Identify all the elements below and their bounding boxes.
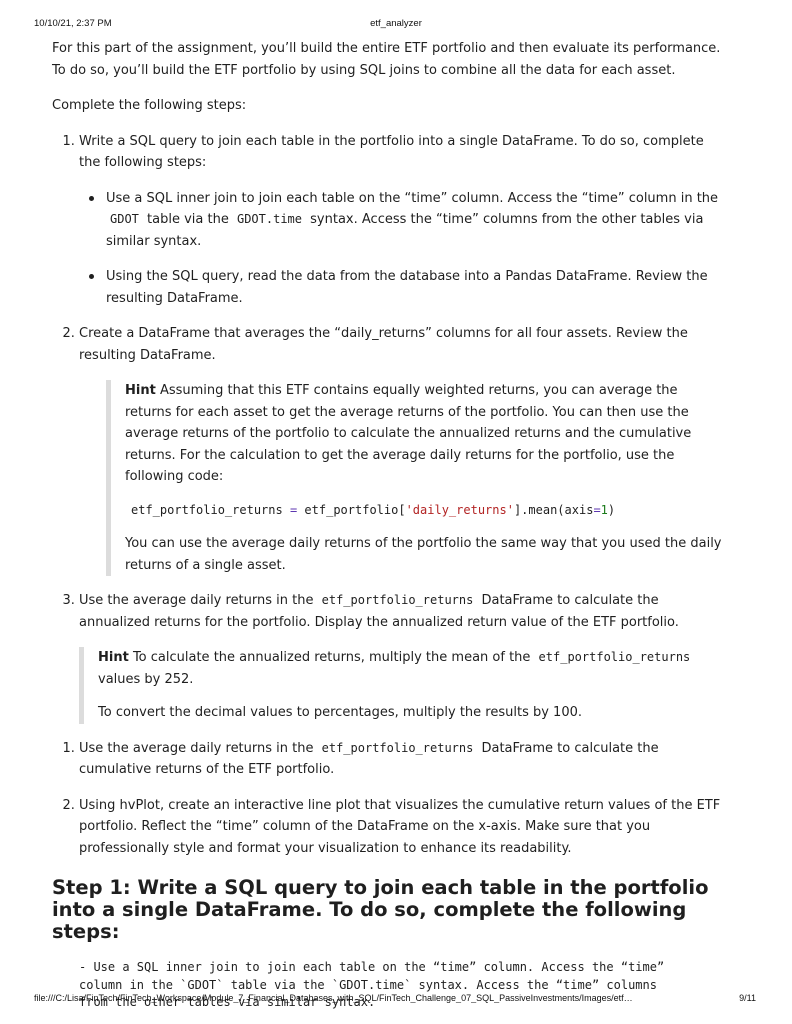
step1-text: Write a SQL query to join each table in … — [79, 133, 704, 171]
bullet-text: Use a SQL inner join to join each table … — [106, 190, 719, 206]
code-token: = — [289, 502, 298, 517]
page-number: 9/11 — [739, 993, 756, 1003]
list-item: Use the average daily returns in the etf… — [79, 738, 724, 781]
list-item: Use a SQL inner join to join each table … — [89, 188, 724, 253]
hint-after: You can use the average daily returns of… — [125, 536, 722, 573]
print-header: 10/10/21, 2:37 PM etf_analyzer — [0, 18, 792, 32]
bullet-text: table via the — [147, 212, 229, 227]
hint-label: Hint — [98, 650, 129, 665]
code-token: ) — [607, 502, 616, 517]
hint-text: To calculate the annualized returns, mul… — [132, 650, 531, 665]
hint-paragraph: Hint To calculate the annualized returns… — [98, 647, 724, 690]
print-footer: file:///C:/Lisa/FinTech/FinTech_Workspac… — [0, 993, 792, 1007]
code-token: etf_portfolio[ — [304, 502, 406, 517]
inline-code: etf_portfolio_returns — [321, 740, 474, 755]
notebook-content: For this part of the assignment, you’ll … — [52, 38, 724, 1012]
list-item: Using hvPlot, create an interactive line… — [79, 795, 724, 860]
hint-label: Hint — [125, 383, 156, 398]
hint-blockquote: Hint Assuming that this ETF contains equ… — [106, 380, 724, 576]
file-path: file:///C:/Lisa/FinTech/FinTech_Workspac… — [34, 993, 633, 1003]
lead-paragraph: Complete the following steps: — [52, 98, 247, 113]
list-item: Use the average daily returns in the etf… — [79, 590, 724, 724]
inline-code: etf_portfolio_returns — [538, 650, 691, 664]
hint-text: Assuming that this ETF contains equally … — [125, 383, 692, 484]
code-token: ].mean(axis — [513, 502, 594, 517]
code-token: etf_portfolio_returns — [131, 502, 283, 517]
step3-text-a: Use the average daily returns in the — [79, 593, 314, 608]
code-line: etf_portfolio_returns = etf_portfolio['d… — [125, 500, 724, 522]
step1-bullets: Use a SQL inner join to join each table … — [79, 188, 724, 310]
hint-paragraph-2: To convert the decimal values to percent… — [98, 705, 583, 720]
inline-code: GDOT — [110, 212, 139, 226]
steps-list: Write a SQL query to join each table in … — [52, 131, 724, 724]
steps-list-2: Use the average daily returns in the etf… — [52, 738, 724, 860]
step2-text: Create a DataFrame that averages the “da… — [79, 326, 688, 363]
inline-code: etf_portfolio_returns — [321, 593, 474, 607]
step-heading: Step 1: Write a SQL query to join each t… — [52, 876, 709, 943]
code-token: 'daily_returns' — [405, 502, 514, 517]
code-token: 1 — [600, 502, 608, 517]
list-item: Using the SQL query, read the data from … — [89, 266, 724, 309]
inline-code: GDOT.time — [236, 212, 303, 226]
item-text: Use the average daily returns in the — [79, 740, 314, 756]
code-token: = — [593, 502, 601, 517]
hint-paragraph: Hint Assuming that this ETF contains equ… — [125, 380, 724, 488]
print-title: etf_analyzer — [370, 18, 422, 29]
list-item: Write a SQL query to join each table in … — [79, 131, 724, 310]
intro-paragraph: For this part of the assignment, you’ll … — [52, 41, 721, 78]
hint-text: values by 252. — [98, 671, 194, 687]
hint-blockquote-2: Hint To calculate the annualized returns… — [79, 647, 724, 724]
step3-text: Use the average daily returns in the etf… — [79, 590, 724, 633]
list-item: Create a DataFrame that averages the “da… — [79, 323, 724, 576]
